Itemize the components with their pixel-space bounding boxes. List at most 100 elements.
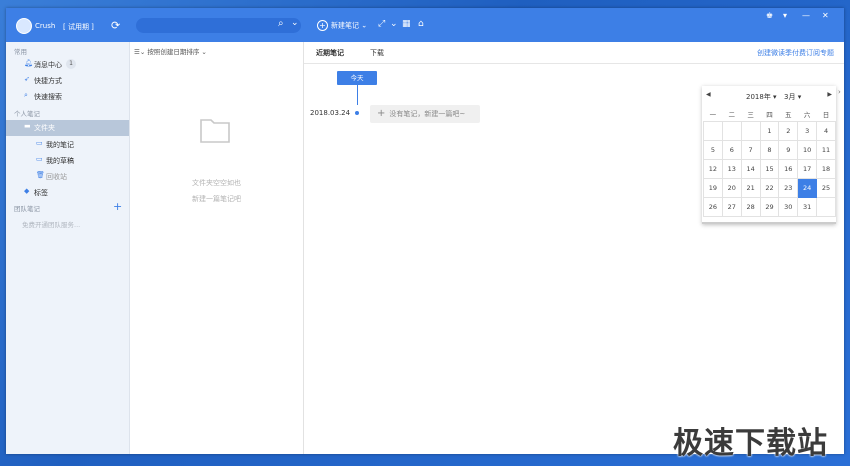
calendar-week-row: 19 20 21 22 23 24 25 (703, 178, 836, 198)
calendar-day[interactable]: 29 (759, 197, 780, 217)
calendar-day[interactable]: 22 (759, 178, 780, 198)
calendar-day[interactable]: 23 (778, 178, 799, 198)
new-note-button[interactable]: + 新建笔记 ⌄ (317, 20, 367, 31)
message-count-badge: 1 (66, 59, 76, 69)
empty-hint[interactable]: 新建一篇笔记吧 (130, 194, 303, 204)
home-icon[interactable]: ⌂ (418, 19, 424, 29)
calendar-day[interactable]: 11 (816, 140, 836, 160)
tab-recent-notes[interactable]: 近期笔记 (316, 48, 344, 58)
calendar-day[interactable]: 6 (721, 140, 742, 160)
chevron-right-icon[interactable]: › (838, 88, 841, 96)
plus-circle-icon: + (317, 20, 328, 31)
grid-icon[interactable]: ▦ (402, 19, 411, 29)
skin-icon[interactable]: ♚ (766, 11, 773, 20)
minimize-button[interactable]: — (802, 11, 810, 20)
subscribe-link[interactable]: 创建微读季付费订阅专题 (757, 48, 834, 58)
sidebar-item-folder[interactable]: ▬ 文件夹 (6, 120, 129, 136)
calendar-day[interactable]: 31 (797, 197, 818, 217)
calendar-day[interactable]: 12 (703, 159, 723, 179)
calendar-day[interactable]: 13 (721, 159, 742, 179)
folder-outline-icon: ▭ (36, 155, 43, 163)
close-button[interactable]: ✕ (822, 11, 829, 20)
sidebar-item-label: 我的笔记 (46, 141, 74, 149)
calendar-day (721, 121, 742, 141)
calendar-week-row: 5 6 7 8 9 10 11 (703, 140, 836, 160)
month-label: 3月 (784, 93, 796, 101)
new-note-label: 新建笔记 (331, 21, 359, 30)
calendar-day[interactable]: 16 (778, 159, 799, 179)
sidebar-item-quick-search[interactable]: ⌕ 快速搜索 (6, 89, 129, 104)
sidebar-item-shortcuts[interactable]: ➶ 快捷方式 (6, 73, 129, 88)
no-note-label: 没有笔记，新建一篇吧~ (389, 110, 466, 118)
chevron-down-icon[interactable]: ⌄ (390, 19, 398, 29)
calendar-day[interactable]: 26 (703, 197, 723, 217)
calendar-day[interactable]: 4 (816, 121, 836, 141)
menu-icon[interactable]: ▾ (783, 11, 787, 20)
calendar-day[interactable]: 1 (759, 121, 780, 141)
sidebar-item-label: 我的草稿 (46, 157, 74, 165)
calendar-grid: 一二三四五六日 1 2 3 4 5 6 7 8 9 10 11 12 13 14 15 16 17 18 19 20 2… (703, 107, 836, 217)
search-box[interactable]: ⌕ ⌄ (136, 18, 301, 33)
team-hint[interactable]: 免费开通团队服务... (22, 219, 80, 229)
calendar-week-row: 1234 (703, 121, 836, 141)
calendar-day[interactable]: 3 (797, 121, 818, 141)
timeline-date: 2018.03.24 (310, 109, 351, 117)
avatar[interactable] (16, 18, 32, 34)
calendar-day[interactable]: 14 (740, 159, 761, 179)
month-select[interactable]: 3月 ▾ (784, 92, 801, 102)
sidebar-item-messages[interactable]: 🔔︎ 消息中心 1 (6, 57, 129, 72)
sidebar-item-my-notes[interactable]: ▭ 我的笔记 (6, 137, 129, 152)
calendar-day[interactable]: 15 (759, 159, 780, 179)
username[interactable]: Crush (35, 22, 55, 30)
calendar-day[interactable]: 24 (797, 178, 818, 198)
sidebar-item-label: 快捷方式 (34, 77, 62, 85)
calendar-day[interactable]: 19 (703, 178, 723, 198)
search-input[interactable] (144, 19, 278, 33)
calendar-day[interactable]: 9 (778, 140, 799, 160)
calendar-day[interactable]: 20 (721, 178, 742, 198)
tab-download[interactable]: 下载 (370, 48, 384, 58)
calendar-day[interactable]: 10 (797, 140, 818, 160)
list-view-icon[interactable]: ☰⌄ (134, 48, 145, 56)
calendar-day[interactable]: 28 (740, 197, 761, 217)
calendar-day[interactable]: 30 (778, 197, 799, 217)
year-select[interactable]: 2018年 ▾ (746, 92, 777, 102)
sidebar-item-recycle[interactable]: 🗑︎ 回收站 (6, 169, 129, 184)
calendar-day[interactable]: 17 (797, 159, 818, 179)
empty-folder-icon (200, 119, 230, 143)
weekday-label: 二 (728, 111, 736, 119)
sync-icon[interactable]: ⟳ (111, 19, 120, 32)
calendar-day[interactable]: 27 (721, 197, 742, 217)
timeline-dot (355, 111, 359, 115)
chevron-down-icon[interactable]: ⌄ (291, 18, 299, 28)
add-team-icon[interactable]: + (113, 200, 122, 213)
calendar-day[interactable]: 2 (778, 121, 799, 141)
calendar-day[interactable]: 25 (816, 178, 836, 198)
tab-bar: 近期笔记 下载 创建微读季付费订阅专题 (304, 42, 844, 64)
calendar-day[interactable]: 7 (740, 140, 761, 160)
sidebar-item-my-drafts[interactable]: ▭ 我的草稿 (6, 153, 129, 168)
titlebar: Crush [ 试用期 ] ⟳ ⌕ ⌄ + 新建笔记 ⌄ ⤢ ⌄ ▦ ⌂ ♚ ▾ … (6, 8, 844, 42)
next-month-icon[interactable]: ▶ (827, 91, 832, 98)
app-window: Crush [ 试用期 ] ⟳ ⌕ ⌄ + 新建笔记 ⌄ ⤢ ⌄ ▦ ⌂ ♚ ▾ … (6, 8, 844, 454)
calendar: ◀ 2018年 ▾ 3月 ▾ ▶ 一二三四五六日 1 2 3 4 5 6 7 8 9 10 11 12… (702, 86, 836, 224)
timeline-line (357, 85, 358, 105)
expand-icon[interactable]: ⤢ (378, 19, 385, 29)
empty-message: 文件夹空空如也 (192, 179, 241, 187)
sort-dropdown[interactable]: ☰⌄ 按照创建日期排序 ⌄ (134, 46, 207, 56)
section-team: 团队笔记 (14, 205, 40, 213)
new-note-placeholder[interactable]: + 没有笔记，新建一篇吧~ (370, 105, 480, 123)
calendar-day (703, 121, 723, 141)
weekday-label: 三 (747, 111, 754, 119)
calendar-day[interactable]: 18 (816, 159, 836, 179)
trial-badge: [ 试用期 ] (63, 23, 94, 31)
calendar-day[interactable]: 5 (703, 140, 723, 160)
sidebar-item-tags[interactable]: ◆ 标签 (6, 185, 129, 200)
prev-month-icon[interactable]: ◀ (706, 91, 711, 98)
calendar-day[interactable]: 8 (759, 140, 780, 160)
today-button[interactable]: 今天 (337, 71, 377, 85)
calendar-day[interactable]: 21 (740, 178, 761, 198)
calendar-day (740, 121, 761, 141)
year-label: 2018年 (746, 93, 771, 101)
search-icon[interactable]: ⌕ (278, 18, 284, 29)
